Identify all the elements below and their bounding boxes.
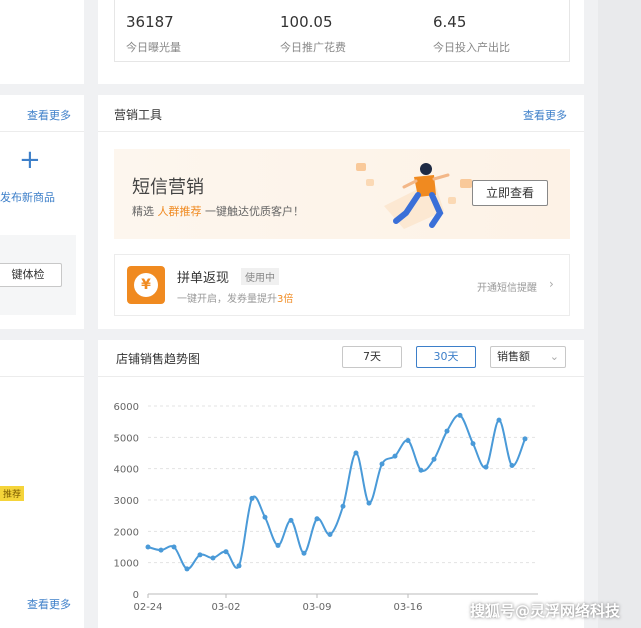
data-point xyxy=(340,503,346,509)
y-tick-label: 4000 xyxy=(114,465,139,476)
stat-exposure-label: 今日曝光量 xyxy=(126,41,181,54)
left-more-link[interactable]: 查看更多 xyxy=(27,107,71,123)
stat-spend-label: 今日推广花费 xyxy=(280,41,346,54)
data-point xyxy=(444,428,450,434)
data-point xyxy=(470,441,476,447)
y-tick-label: 3000 xyxy=(114,496,139,507)
range-7d-button[interactable]: 7天 xyxy=(342,346,402,368)
chevron-right-icon[interactable]: › xyxy=(549,277,554,291)
in-use-badge: 使用中 xyxy=(241,268,279,285)
data-point xyxy=(236,563,242,569)
x-tick-label: 02-24 xyxy=(133,602,162,613)
data-point xyxy=(171,544,177,550)
group-cashback-item[interactable]: ¥ 拼单返现 使用中 一键开启，发券量提升3倍 开通短信提醒 › xyxy=(114,254,570,316)
x-tick-label: 03-09 xyxy=(302,602,331,613)
data-point xyxy=(249,495,255,501)
group-desc-highlight: 3倍 xyxy=(277,294,294,305)
plus-icon[interactable]: + xyxy=(19,147,41,173)
x-tick-label: 03-16 xyxy=(393,602,422,613)
data-point xyxy=(366,500,372,506)
stats-card: 36187 今日曝光量 100.05 今日推广花费 6.45 今日投入产出比 xyxy=(98,0,584,84)
sales-trend-chart: 0 1000 2000 3000 4000 5000 6000 02-24 03-02 03-09… xyxy=(114,402,538,613)
y-tick-label: 5000 xyxy=(114,433,139,444)
left-card-middle: 查看更多 + 发布新商品 键体检 xyxy=(0,95,84,329)
data-point xyxy=(314,516,320,522)
metric-select[interactable]: 销售额 ⌄ xyxy=(490,346,566,368)
data-point xyxy=(483,464,489,470)
health-check-panel: 键体检 xyxy=(0,235,76,315)
left-bottom-more-link[interactable]: 查看更多 xyxy=(27,596,71,612)
data-point xyxy=(418,467,424,473)
data-point xyxy=(184,566,190,572)
sms-banner[interactable]: 短信营销 精选 人群推荐 一键触达优质客户！ 立即查看 xyxy=(114,149,570,239)
data-point xyxy=(353,450,359,456)
range-30d-button[interactable]: 30天 xyxy=(416,346,476,368)
sms-reminder-link[interactable]: 开通短信提醒 xyxy=(477,279,537,294)
data-point xyxy=(457,412,463,418)
data-point xyxy=(223,549,229,555)
x-tick-label: 03-02 xyxy=(211,602,240,613)
chevron-down-icon: ⌄ xyxy=(549,350,559,363)
view-now-button[interactable]: 立即查看 xyxy=(472,180,548,206)
stat-exposure-value: 36187 xyxy=(126,13,174,31)
data-point xyxy=(392,453,398,459)
y-tick-label: 0 xyxy=(133,590,139,601)
data-point xyxy=(405,437,411,443)
data-point xyxy=(379,461,385,467)
data-point xyxy=(197,552,203,558)
data-point xyxy=(509,463,515,469)
y-tick-label: 1000 xyxy=(114,559,139,570)
data-point xyxy=(145,544,151,550)
left-card-top xyxy=(0,0,84,84)
data-point xyxy=(275,542,281,548)
group-desc: 一键开启，发券量提升3倍 xyxy=(177,294,294,305)
stat-roi-value: 6.45 xyxy=(433,13,467,31)
stat-roi-label: 今日投入产出比 xyxy=(433,41,510,54)
y-tick-label: 2000 xyxy=(114,527,139,538)
left-card-bottom: 推荐 查看更多 xyxy=(0,340,84,628)
metric-select-value: 销售额 xyxy=(497,350,530,363)
sms-subtitle: 精选 人群推荐 一键触达优质客户！ xyxy=(132,205,304,218)
series-line xyxy=(147,414,526,570)
y-tick-label: 6000 xyxy=(114,402,139,413)
right-gutter xyxy=(598,0,641,628)
data-point xyxy=(496,417,502,423)
marketing-card: 营销工具 查看更多 短信营销 精选 人群推荐 一键触达优质客户！ 立即查看 ¥ … xyxy=(98,95,584,329)
marketing-title: 营销工具 xyxy=(114,108,163,122)
stat-spend-value: 100.05 xyxy=(280,13,333,31)
trend-card: 店铺销售趋势图 7天 30天 销售额 ⌄ 0 1000 2000 3000 4000 50… xyxy=(98,340,584,628)
data-point xyxy=(301,550,307,556)
trend-title: 店铺销售趋势图 xyxy=(116,352,201,366)
running-person-illustration xyxy=(356,163,472,229)
data-point xyxy=(288,517,294,523)
data-point xyxy=(431,456,437,462)
watermark: 搜狐号@灵浮网络科技 xyxy=(470,602,621,620)
group-title: 拼单返现 xyxy=(177,271,230,286)
coin-icon: ¥ xyxy=(127,266,165,304)
publish-product-label[interactable]: 发布新商品 xyxy=(0,189,55,205)
data-point xyxy=(522,436,528,442)
data-point xyxy=(210,555,216,561)
data-point xyxy=(327,531,333,537)
data-point xyxy=(262,514,268,520)
sms-title: 短信营销 xyxy=(132,177,204,198)
recommend-tag: 推荐 xyxy=(0,486,25,501)
sms-highlight: 人群推荐 xyxy=(157,205,202,218)
marketing-more-link[interactable]: 查看更多 xyxy=(523,107,567,123)
data-point xyxy=(158,547,164,553)
one-click-check-button[interactable]: 键体检 xyxy=(0,263,62,287)
